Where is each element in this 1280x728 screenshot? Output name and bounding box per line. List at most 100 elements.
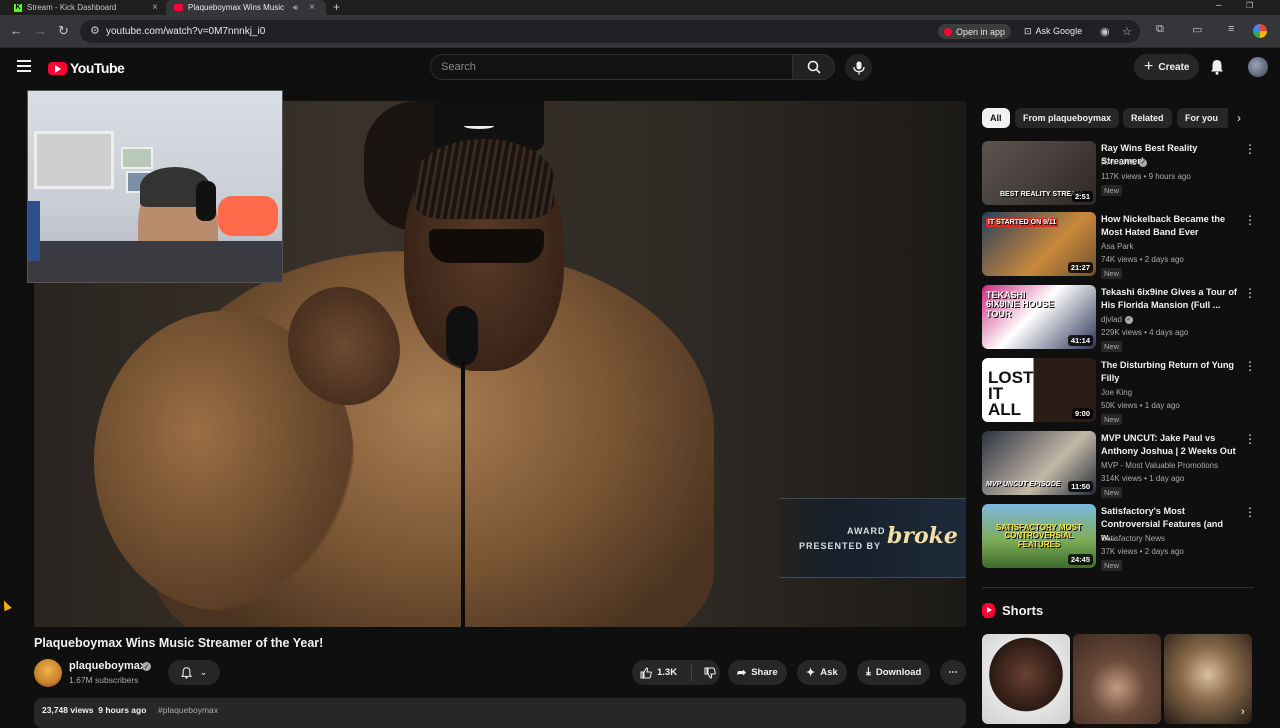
ask-button[interactable]: ✦ Ask bbox=[797, 660, 847, 685]
more-vertical-icon[interactable]: ⋮ bbox=[1244, 433, 1256, 445]
video-thumbnail[interactable]: IT STARTED ON 9/11 21:27 bbox=[982, 212, 1096, 276]
webcam-detail bbox=[28, 201, 40, 261]
video-duration: 21:27 bbox=[1067, 262, 1093, 273]
minimize-icon[interactable]: – bbox=[1216, 0, 1222, 11]
short-thumbnail[interactable] bbox=[1073, 634, 1161, 724]
verified-check-icon: ✓ bbox=[142, 662, 151, 671]
voice-search-button[interactable] bbox=[845, 54, 872, 81]
profile-icon[interactable] bbox=[1253, 24, 1267, 38]
cast-icon[interactable]: ▭ bbox=[1192, 23, 1202, 36]
webcam-detail bbox=[121, 147, 153, 169]
channel-label: RAY LIVE bbox=[1101, 158, 1137, 167]
channel-name[interactable]: Satisfactory News bbox=[1101, 534, 1165, 543]
channel-name[interactable]: Joe King bbox=[1101, 388, 1132, 397]
more-vertical-icon[interactable]: ⋮ bbox=[1244, 143, 1256, 155]
subscriber-count: 1.67M subscribers bbox=[69, 675, 139, 685]
browser-tab-kick[interactable]: K Stream - Kick Dashboard × bbox=[6, 0, 166, 15]
channel-name[interactable]: plaqueboymax bbox=[69, 660, 146, 672]
video-frame-detail bbox=[464, 123, 494, 129]
channel-name[interactable]: MVP - Most Valuable Promotions bbox=[1101, 461, 1218, 470]
video-title[interactable]: Tekashi 6ix9ine Gives a Tour of His Flor… bbox=[1101, 286, 1239, 312]
recommended-video[interactable]: IT STARTED ON 9/11 21:27 How Nickelback … bbox=[982, 212, 1256, 279]
chevron-right-icon[interactable]: › bbox=[1241, 706, 1245, 718]
search-field[interactable] bbox=[430, 54, 793, 80]
extensions-icon[interactable]: ⧉ bbox=[1156, 23, 1164, 36]
bookmark-star-icon[interactable]: ☆ bbox=[1122, 25, 1132, 38]
open-in-app-button[interactable]: Open in app bbox=[938, 24, 1012, 39]
close-tab-icon[interactable]: × bbox=[152, 2, 158, 13]
shorts-icon bbox=[982, 603, 995, 618]
subscription-notifications-button[interactable]: ⌄ bbox=[168, 660, 220, 685]
video-meta: 74K views • 2 days ago bbox=[1101, 255, 1184, 264]
short-thumbnail[interactable] bbox=[1164, 634, 1252, 724]
chip-all[interactable]: All bbox=[982, 108, 1010, 128]
thumbnail-text: TEKASHI 6IX9INE HOUSE TOUR bbox=[986, 290, 1055, 319]
channel-name[interactable]: RAY LIVE ✓ bbox=[1101, 158, 1148, 167]
video-title[interactable]: How Nickelback Became the Most Hated Ban… bbox=[1101, 213, 1239, 239]
more-vertical-icon[interactable]: ⋮ bbox=[1244, 506, 1256, 518]
logo-text: YouTube bbox=[70, 60, 125, 76]
short-thumbnail[interactable] bbox=[982, 634, 1070, 724]
like-button[interactable]: 1.3K bbox=[632, 664, 692, 681]
video-thumbnail[interactable]: TEKASHI 6IX9INE HOUSE TOUR 41:14 bbox=[982, 285, 1096, 349]
award-overlay-line2: PRESENTED BY bbox=[799, 541, 882, 551]
webcam-detail bbox=[28, 241, 282, 282]
search-input[interactable] bbox=[431, 55, 792, 79]
site-info-icon[interactable]: ⚙ bbox=[90, 24, 100, 37]
new-tab-button[interactable]: + bbox=[333, 0, 340, 14]
eye-icon[interactable]: ◉ bbox=[1100, 25, 1110, 38]
speaker-icon[interactable]: 🔊︎ bbox=[293, 3, 298, 13]
channel-name[interactable]: Asa Park bbox=[1101, 242, 1133, 251]
chevron-right-icon[interactable]: › bbox=[1228, 108, 1250, 128]
create-button[interactable]: + Create bbox=[1134, 54, 1200, 80]
media-control-icon[interactable]: ≡ bbox=[1228, 23, 1234, 35]
chip-from-channel[interactable]: From plaqueboymax bbox=[1015, 108, 1120, 128]
thumbnail-text: BEST REALITY STREAM bbox=[1000, 191, 1082, 198]
search-button[interactable] bbox=[793, 54, 835, 80]
divider bbox=[982, 587, 1254, 588]
video-thumbnail[interactable]: LOST IT ALL 9:00 bbox=[982, 358, 1096, 422]
more-vertical-icon[interactable]: ⋮ bbox=[1244, 360, 1256, 372]
video-meta: 37K views • 2 days ago bbox=[1101, 547, 1184, 556]
channel-name[interactable]: djvlad ✓ bbox=[1101, 315, 1133, 324]
youtube-logo[interactable]: YouTube bbox=[48, 60, 125, 76]
video-duration: 11:50 bbox=[1068, 481, 1093, 492]
close-tab-icon[interactable]: × bbox=[309, 2, 315, 13]
more-actions-button[interactable]: ⋯ bbox=[940, 660, 966, 685]
video-title[interactable]: The Disturbing Return of Yung Filly bbox=[1101, 359, 1239, 385]
hashtag-link[interactable]: #plaqueboymax bbox=[158, 705, 218, 715]
youtube-icon bbox=[174, 4, 183, 11]
recommended-video[interactable]: BEST REALITY STREAM 2:51 Ray Wins Best R… bbox=[982, 141, 1256, 207]
reload-icon[interactable]: ↻ bbox=[58, 23, 69, 39]
video-thumbnail[interactable]: BEST REALITY STREAM 2:51 bbox=[982, 141, 1096, 205]
video-thumbnail[interactable]: MVP UNCUT EPISODE 11:50 bbox=[982, 431, 1096, 495]
address-bar[interactable]: ⚙ youtube.com/watch?v=0M7nnnkj_i0 Open i… bbox=[80, 20, 1140, 43]
video-title[interactable]: MVP UNCUT: Jake Paul vs Anthony Joshua |… bbox=[1101, 432, 1239, 458]
menu-icon[interactable] bbox=[17, 60, 31, 75]
view-count: 23,748 views bbox=[42, 705, 94, 715]
webcam-detail bbox=[196, 181, 216, 221]
recommended-video[interactable]: SATISFACTORY MOST CONTROVERSIAL FEATURES… bbox=[982, 504, 1256, 571]
recommended-video[interactable]: LOST IT ALL 9:00 The Disturbing Return o… bbox=[982, 358, 1256, 425]
recommended-video[interactable]: TEKASHI 6IX9INE HOUSE TOUR 41:14 Tekashi… bbox=[982, 285, 1256, 352]
share-button[interactable]: ➦ Share bbox=[728, 660, 787, 685]
dislike-button[interactable] bbox=[697, 667, 716, 679]
url-text[interactable]: youtube.com/watch?v=0M7nnnkj_i0 bbox=[106, 26, 265, 37]
video-thumbnail[interactable]: SATISFACTORY MOST CONTROVERSIAL FEATURES… bbox=[982, 504, 1096, 568]
notifications-bell-icon[interactable] bbox=[1210, 59, 1224, 75]
recommended-video[interactable]: MVP UNCUT EPISODE 11:50 MVP UNCUT: Jake … bbox=[982, 431, 1256, 498]
more-vertical-icon[interactable]: ⋮ bbox=[1244, 287, 1256, 299]
thumbnail-text: SATISFACTORY MOST CONTROVERSIAL FEATURES bbox=[996, 523, 1082, 549]
browser-tab-youtube[interactable]: Plaqueboymax Wins Music 🔊︎ × bbox=[166, 0, 326, 15]
forward-icon[interactable]: → bbox=[34, 23, 47, 38]
channel-avatar[interactable] bbox=[34, 659, 62, 687]
account-avatar[interactable] bbox=[1248, 57, 1268, 77]
restore-icon[interactable]: ❐ bbox=[1246, 1, 1253, 10]
shorts-title: Shorts bbox=[1002, 603, 1044, 618]
thumbnail-text: LOST IT ALL bbox=[988, 368, 1034, 420]
back-icon[interactable]: ← bbox=[10, 23, 23, 38]
more-vertical-icon[interactable]: ⋮ bbox=[1244, 214, 1256, 226]
download-button[interactable]: ⤓ Download bbox=[857, 660, 931, 685]
chip-related[interactable]: Related bbox=[1123, 108, 1172, 128]
ask-google-button[interactable]: ⊡ Ask Google bbox=[1024, 26, 1082, 37]
